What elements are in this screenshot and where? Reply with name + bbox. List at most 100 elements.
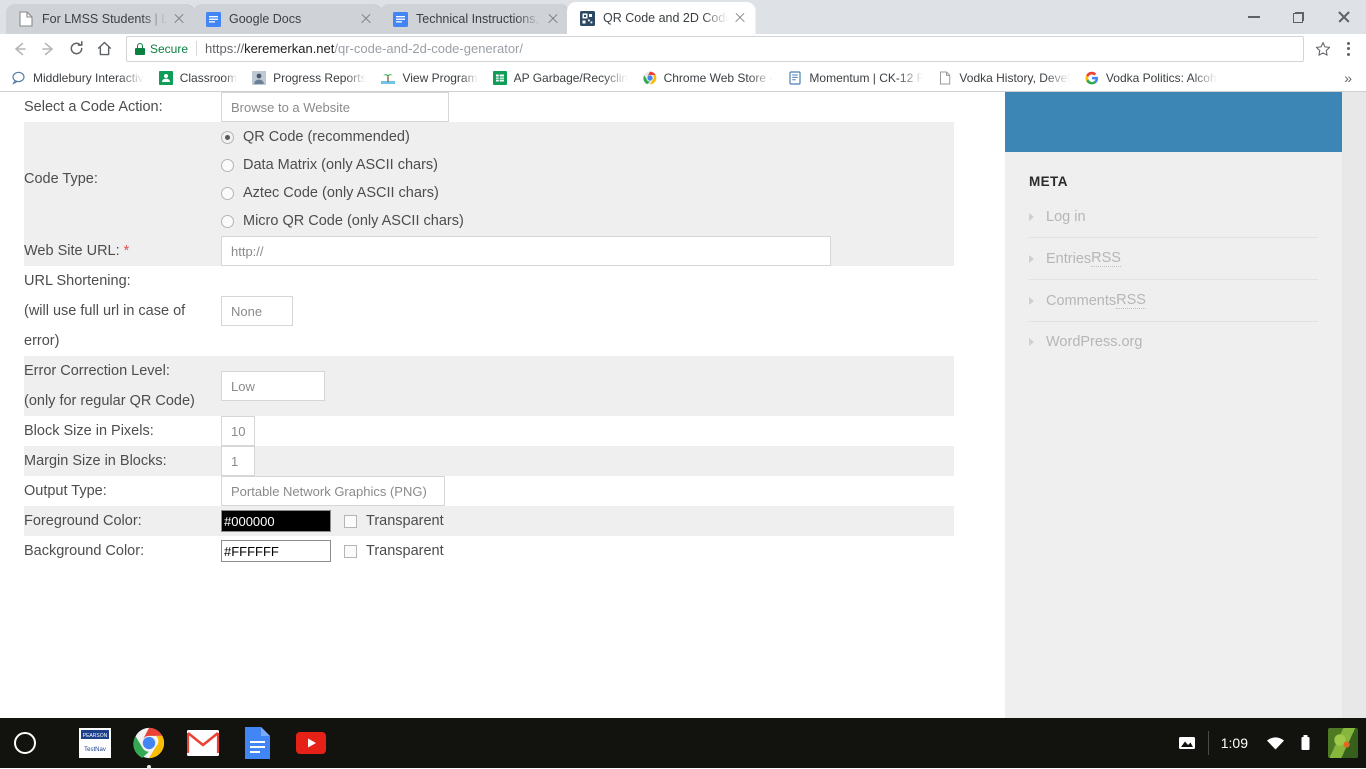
radio-label: Data Matrix (only ASCII chars) (243, 157, 438, 173)
margin-size-input[interactable]: 1 (221, 446, 255, 476)
bookmark-label: Vodka Politics: Alcoh (1106, 71, 1217, 85)
form-row-code-action: Select a Code Action: Browse to a Websit… (24, 92, 954, 122)
back-button[interactable] (6, 35, 34, 63)
browser-tab-active[interactable]: QR Code and 2D Code G (567, 2, 756, 34)
pearson-testnav-icon[interactable]: PEARSONTestNav (78, 726, 112, 760)
url-shortening-select[interactable]: None (221, 296, 293, 326)
qr-code-icon (579, 10, 595, 26)
foreground-color-input[interactable]: #000000 (221, 510, 331, 532)
bookmark-item[interactable]: Momentum | CK-12 F (780, 67, 930, 89)
minimize-button[interactable] (1231, 1, 1276, 33)
bookmark-item[interactable]: Vodka Politics: Alcoh (1077, 67, 1224, 89)
bookmark-label: Progress Reports (273, 71, 366, 85)
bookmark-item[interactable]: Middlebury Interactiv (4, 67, 151, 89)
shelf-app-list: PEARSONTestNav (78, 726, 328, 760)
forward-button[interactable] (34, 35, 62, 63)
bookmark-item[interactable]: AP Garbage/Recyclin (485, 67, 635, 89)
three-dot-menu-icon[interactable] (1336, 42, 1360, 56)
clock-label[interactable]: 1:09 (1221, 735, 1248, 751)
form-row-background-color: Background Color: #FFFFFF Transparent (24, 536, 954, 566)
checkbox-label: Transparent (366, 513, 444, 529)
background-color-input[interactable]: #FFFFFF (221, 540, 331, 562)
radio-button[interactable] (221, 159, 234, 172)
meta-link-entries-rss[interactable]: Entries RSS (1029, 238, 1318, 280)
reload-button[interactable] (62, 35, 90, 63)
chevron-right-icon (1029, 297, 1034, 305)
bookmark-item[interactable]: Classroom (151, 67, 244, 89)
chrome-icon[interactable] (132, 726, 166, 760)
bookmark-label: Vodka History, Devel (959, 71, 1070, 85)
block-size-input[interactable]: 10 (221, 416, 255, 446)
radio-button[interactable] (221, 215, 234, 228)
address-bar[interactable]: Secure https://keremerkan.net/qr-code-an… (126, 36, 1304, 62)
radio-button-selected[interactable] (221, 131, 234, 144)
checkbox-label: Transparent (366, 543, 444, 559)
tab-close-icon[interactable] (545, 11, 561, 27)
bookmark-label: Classroom (180, 71, 237, 85)
google-docs-icon (205, 11, 221, 27)
tab-close-icon[interactable] (358, 11, 374, 27)
radio-option-qr-code[interactable]: QR Code (recommended) (221, 129, 954, 145)
browser-tab[interactable]: Google Docs (193, 4, 382, 34)
bookmark-item[interactable]: Chrome Web Store - (635, 67, 781, 89)
wifi-icon[interactable] (1260, 736, 1290, 751)
google-docs-icon (392, 11, 408, 27)
tab-close-icon[interactable] (732, 10, 748, 26)
background-transparent-checkbox[interactable] (344, 545, 357, 558)
user-avatar[interactable] (1328, 728, 1358, 758)
meta-link-wordpress-org[interactable]: WordPress.org (1029, 322, 1318, 362)
radio-label: Micro QR Code (only ASCII chars) (243, 213, 464, 229)
battery-icon[interactable] (1290, 734, 1320, 752)
code-type-radio-group: QR Code (recommended) Data Matrix (only … (221, 122, 954, 236)
browser-tab[interactable]: For LMSS Students | La C (6, 4, 195, 34)
gmail-icon[interactable] (186, 726, 220, 760)
radio-option-aztec-code[interactable]: Aztec Code (only ASCII chars) (221, 185, 954, 201)
form-label: Error Correction Level: (24, 356, 221, 386)
form-label-note: (only for regular QR Code) (24, 386, 221, 416)
meta-link-abbr: RSS (1116, 292, 1146, 309)
bookmarks-overflow-button[interactable]: » (1334, 70, 1362, 86)
required-marker: * (124, 243, 130, 259)
qr-generator-form: Select a Code Action: Browse to a Websit… (24, 92, 954, 566)
meta-widget: META Log in Entries RSS Comments RSS (1005, 152, 1342, 362)
restore-icon (1293, 12, 1304, 23)
form-row-website-url: Web Site URL: * http:// (24, 236, 954, 266)
classroom-icon (158, 70, 174, 86)
tab-close-icon[interactable] (171, 11, 187, 27)
bookmark-item[interactable]: Vodka History, Devel (930, 67, 1077, 89)
meta-link-log-in[interactable]: Log in (1029, 205, 1318, 238)
youtube-icon[interactable] (294, 726, 328, 760)
system-tray[interactable]: 1:09 (1172, 718, 1366, 768)
bookmark-item[interactable]: Progress Reports (244, 67, 373, 89)
bookmark-label: AP Garbage/Recyclin (514, 71, 628, 85)
document-icon (18, 11, 34, 27)
bookmark-star-icon[interactable] (1310, 36, 1336, 62)
radio-option-micro-qr-code[interactable]: Micro QR Code (only ASCII chars) (221, 213, 954, 229)
radio-button[interactable] (221, 187, 234, 200)
google-docs-icon[interactable] (240, 726, 274, 760)
maximize-button[interactable] (1276, 1, 1321, 33)
url-path: /qr-code-and-2d-code-generator/ (334, 41, 523, 56)
close-window-button[interactable] (1321, 1, 1366, 33)
browser-tab[interactable]: Technical Instructions, R (380, 4, 569, 34)
home-button[interactable] (90, 35, 118, 63)
bookmark-label: Middlebury Interactiv (33, 71, 144, 85)
chrome-icon (642, 70, 658, 86)
foreground-transparent-checkbox[interactable] (344, 515, 357, 528)
website-url-input[interactable]: http:// (221, 236, 831, 266)
chevron-right-icon (1029, 255, 1034, 263)
tab-title: Technical Instructions, R (416, 12, 541, 26)
launcher-circle-icon[interactable] (14, 732, 36, 754)
error-correction-select[interactable]: Low (221, 371, 325, 401)
image-icon[interactable] (1172, 735, 1202, 751)
code-action-select[interactable]: Browse to a Website (221, 92, 449, 122)
form-row-foreground-color: Foreground Color: #000000 Transparent (24, 506, 954, 536)
form-label: Output Type: (24, 476, 221, 506)
form-label: Foreground Color: (24, 506, 221, 536)
meta-link-comments-rss[interactable]: Comments RSS (1029, 280, 1318, 322)
chevron-right-icon (1029, 338, 1034, 346)
svg-text:PEARSON: PEARSON (83, 733, 108, 739)
radio-option-data-matrix[interactable]: Data Matrix (only ASCII chars) (221, 157, 954, 173)
output-type-select[interactable]: Portable Network Graphics (PNG) (221, 476, 445, 506)
bookmark-item[interactable]: View Program (373, 67, 484, 89)
